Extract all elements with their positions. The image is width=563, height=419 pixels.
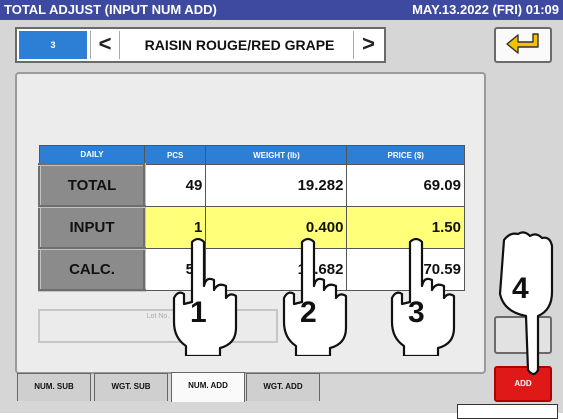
total-price: 69.09	[346, 164, 465, 207]
column-header: DAILY	[39, 145, 145, 165]
tab-wgt-add[interactable]: WGT. ADD	[246, 373, 320, 401]
table-header-row: DAILY PCS WEIGHT (lb) PRICE ($)	[39, 145, 465, 165]
return-arrow-icon	[506, 33, 539, 54]
item-name: RAISIN ROUGE/RED GRAPE	[144, 37, 335, 53]
date-time: MAY.13.2022 (FRI) 01:09	[412, 2, 559, 17]
item-number[interactable]: 3	[19, 31, 87, 59]
callout-number-1: 1	[190, 296, 207, 329]
row-label-total: TOTAL	[38, 163, 146, 208]
item-navigator: 3 < RAISIN ROUGE/RED GRAPE >	[15, 27, 386, 63]
tab-num-add[interactable]: NUM. ADD	[171, 372, 245, 402]
table-row-total: TOTAL 49 19.282 69.09	[38, 163, 465, 208]
lot-number-field[interactable]: Lot No.	[38, 309, 278, 343]
screen-title: TOTAL ADJUST (INPUT NUM ADD)	[4, 2, 217, 17]
tab-wgt-sub[interactable]: WGT. SUB	[94, 373, 168, 401]
tab-num-sub[interactable]: NUM. SUB	[17, 373, 91, 401]
status-box	[457, 404, 558, 419]
callout-number-3: 3	[408, 296, 425, 329]
row-label-input: INPUT	[38, 205, 146, 250]
column-header: PCS	[143, 145, 207, 165]
callout-number-4: 4	[512, 272, 529, 305]
total-weight: 19.282	[205, 164, 348, 207]
row-label-calc: CALC.	[38, 247, 146, 292]
prev-item-button[interactable]: <	[90, 31, 120, 59]
back-button[interactable]	[494, 27, 552, 63]
column-header: PRICE ($)	[346, 145, 465, 165]
total-pcs: 49	[143, 164, 207, 207]
next-item-button[interactable]: >	[353, 31, 383, 59]
title-bar: TOTAL ADJUST (INPUT NUM ADD) MAY.13.2022…	[0, 0, 563, 20]
column-header: WEIGHT (lb)	[205, 145, 348, 165]
callout-number-2: 2	[300, 296, 317, 329]
